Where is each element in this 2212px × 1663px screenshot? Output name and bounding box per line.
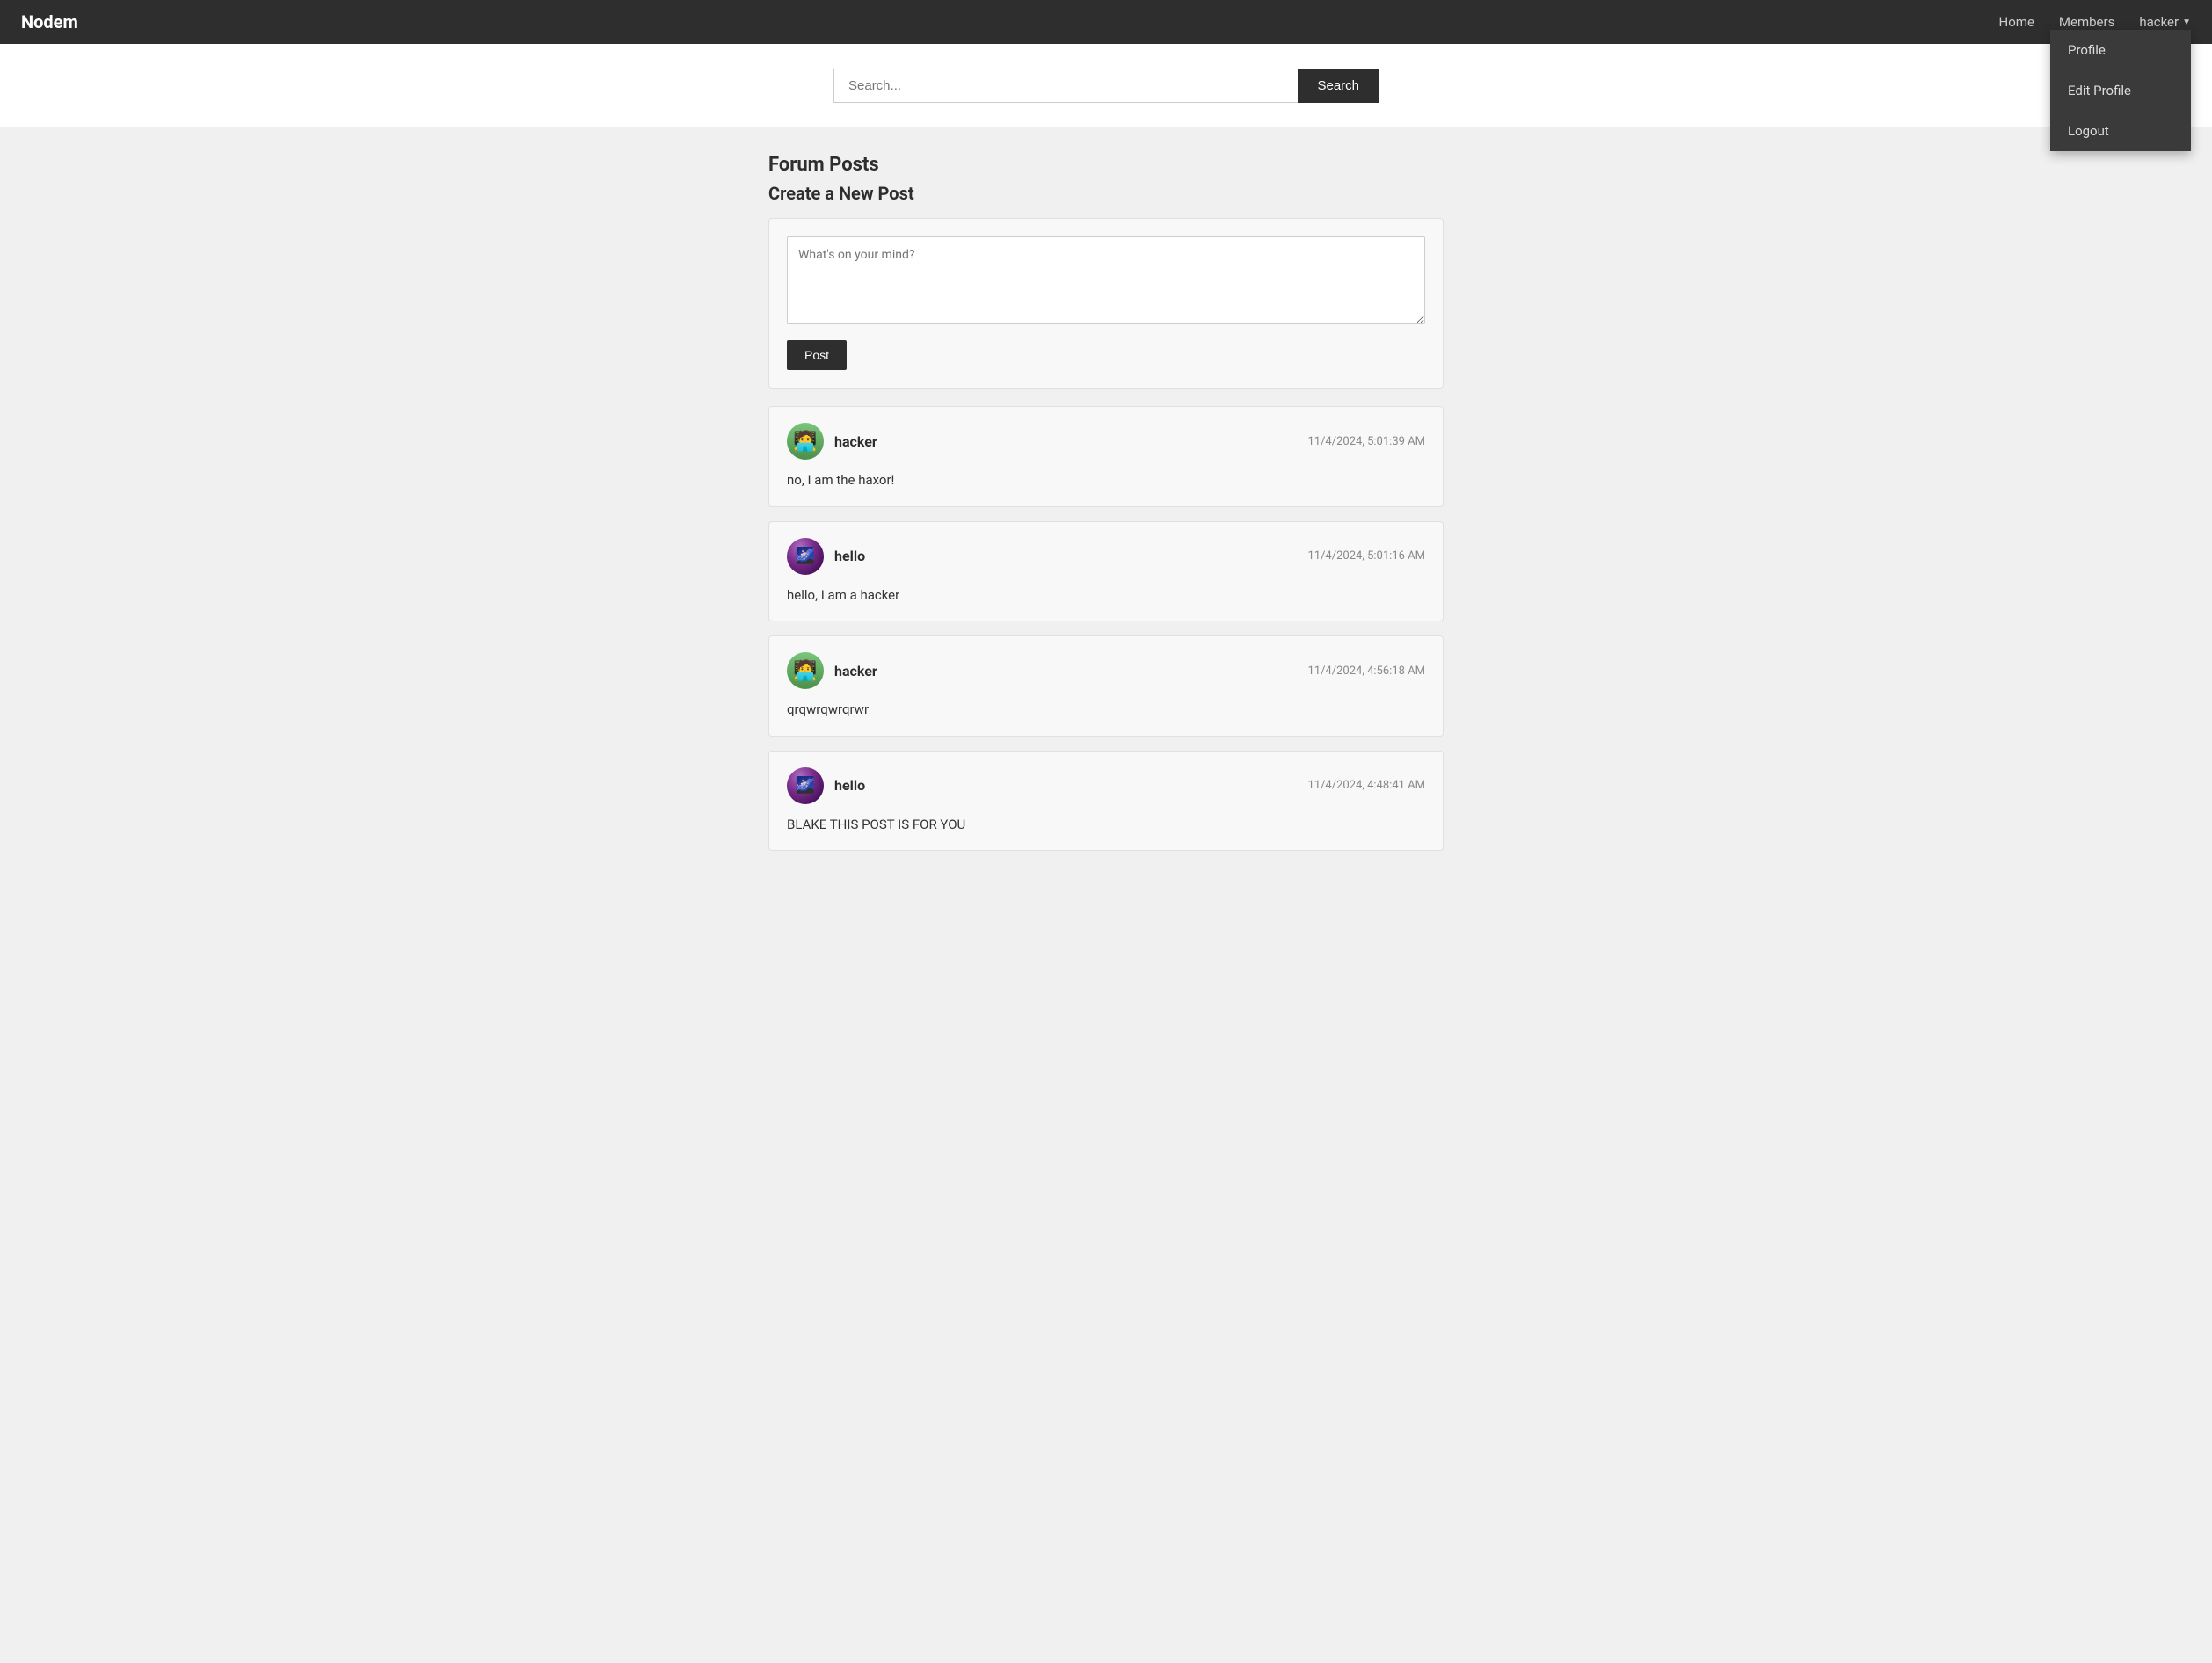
navbar: Nodem Home Members hacker ▼ Profile Edit… bbox=[0, 0, 2212, 44]
new-post-title: Create a New Post bbox=[768, 183, 1444, 204]
nav-members[interactable]: Members bbox=[2059, 14, 2114, 30]
username-label: hacker bbox=[2139, 14, 2179, 30]
post-timestamp: 11/4/2024, 5:01:39 AM bbox=[1307, 435, 1425, 448]
author-name: hacker bbox=[834, 433, 877, 450]
brand-logo: Nodem bbox=[21, 11, 78, 33]
avatar: 🌌 bbox=[787, 767, 824, 804]
post-author: 🌌 hello bbox=[787, 538, 865, 575]
avatar-image: 🧑‍💻 bbox=[787, 423, 824, 460]
post-timestamp: 11/4/2024, 4:56:18 AM bbox=[1307, 664, 1425, 678]
author-name: hello bbox=[834, 777, 865, 794]
avatar-image: 🌌 bbox=[787, 538, 824, 575]
main-content: Forum Posts Create a New Post Post 🧑‍💻 h… bbox=[754, 127, 1458, 891]
post-button[interactable]: Post bbox=[787, 340, 847, 370]
search-form: Search bbox=[833, 69, 1379, 103]
page-title: Forum Posts bbox=[768, 154, 1444, 176]
avatar-image: 🌌 bbox=[787, 767, 824, 804]
dropdown-menu: Profile Edit Profile Logout bbox=[2050, 30, 2191, 151]
search-button[interactable]: Search bbox=[1298, 69, 1379, 103]
post-header: 🌌 hello 11/4/2024, 4:48:41 AM bbox=[787, 767, 1425, 804]
avatar-image: 🧑‍💻 bbox=[787, 652, 824, 689]
posts-container: 🧑‍💻 hacker 11/4/2024, 5:01:39 AM no, I a… bbox=[768, 406, 1444, 851]
search-area: Search bbox=[0, 44, 2212, 127]
chevron-down-icon: ▼ bbox=[2182, 18, 2191, 27]
post-card: 🧑‍💻 hacker 11/4/2024, 5:01:39 AM no, I a… bbox=[768, 406, 1444, 507]
user-dropdown-toggle[interactable]: hacker ▼ bbox=[2139, 14, 2191, 30]
dropdown-edit-profile[interactable]: Edit Profile bbox=[2050, 70, 2191, 111]
post-content: BLAKE THIS POST IS FOR YOU bbox=[787, 815, 1425, 835]
nav-home[interactable]: Home bbox=[1999, 14, 2034, 30]
avatar: 🌌 bbox=[787, 538, 824, 575]
post-author: 🧑‍💻 hacker bbox=[787, 423, 877, 460]
post-timestamp: 11/4/2024, 5:01:16 AM bbox=[1307, 549, 1425, 563]
post-timestamp: 11/4/2024, 4:48:41 AM bbox=[1307, 779, 1425, 792]
dropdown-profile[interactable]: Profile bbox=[2050, 30, 2191, 70]
post-author: 🧑‍💻 hacker bbox=[787, 652, 877, 689]
post-textarea[interactable] bbox=[787, 236, 1425, 324]
post-header: 🌌 hello 11/4/2024, 5:01:16 AM bbox=[787, 538, 1425, 575]
avatar: 🧑‍💻 bbox=[787, 423, 824, 460]
user-dropdown[interactable]: hacker ▼ Profile Edit Profile Logout bbox=[2139, 14, 2191, 30]
post-card: 🌌 hello 11/4/2024, 5:01:16 AM hello, I a… bbox=[768, 521, 1444, 622]
post-header: 🧑‍💻 hacker 11/4/2024, 5:01:39 AM bbox=[787, 423, 1425, 460]
post-card: 🧑‍💻 hacker 11/4/2024, 4:56:18 AM qrqwrqw… bbox=[768, 635, 1444, 737]
author-name: hacker bbox=[834, 663, 877, 679]
nav-links: Home Members hacker ▼ Profile Edit Profi… bbox=[1999, 14, 2191, 30]
post-content: no, I am the haxor! bbox=[787, 470, 1425, 490]
author-name: hello bbox=[834, 548, 865, 564]
post-content: hello, I am a hacker bbox=[787, 585, 1425, 606]
search-input[interactable] bbox=[833, 69, 1298, 103]
new-post-card: Post bbox=[768, 218, 1444, 389]
avatar: 🧑‍💻 bbox=[787, 652, 824, 689]
post-header: 🧑‍💻 hacker 11/4/2024, 4:56:18 AM bbox=[787, 652, 1425, 689]
dropdown-logout[interactable]: Logout bbox=[2050, 111, 2191, 151]
post-card: 🌌 hello 11/4/2024, 4:48:41 AM BLAKE THIS… bbox=[768, 751, 1444, 852]
post-author: 🌌 hello bbox=[787, 767, 865, 804]
post-content: qrqwrqwrqrwr bbox=[787, 700, 1425, 720]
